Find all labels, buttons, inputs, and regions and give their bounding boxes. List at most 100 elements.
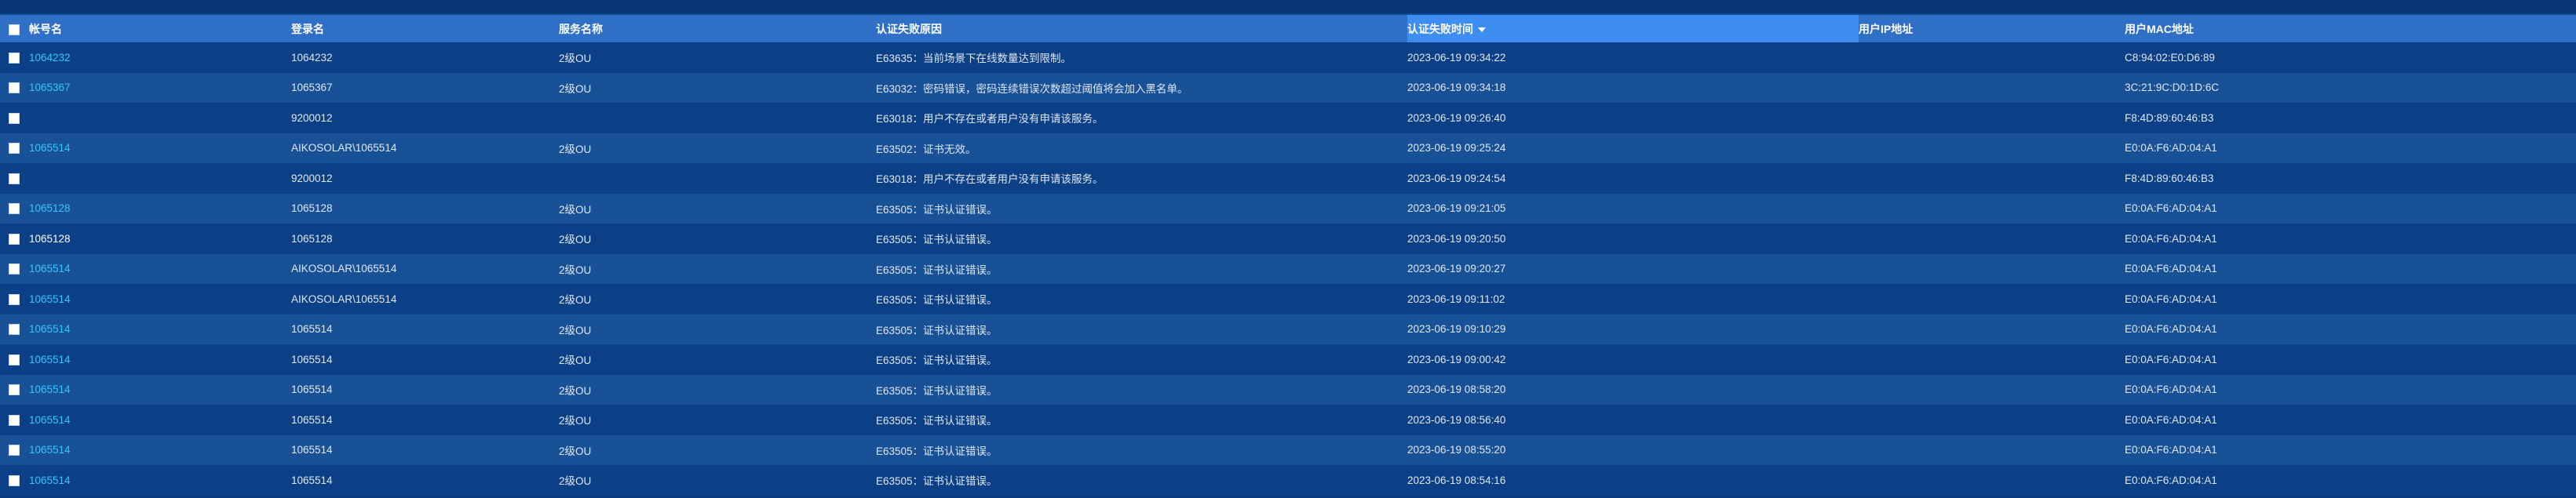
time-cell: 2023-06-19 08:54:16 [1407,474,1506,486]
table-row[interactable]: 1065514 1065514 2级OU E63505：证书认证错误。 2023-06-… [0,374,2576,405]
mac-cell: E0:0A:F6:AD:04:A1 [2125,293,2217,305]
row-select-cell [0,133,29,164]
mac-cell: E0:0A:F6:AD:04:A1 [2125,413,2217,426]
reason-cell: E63505：证书认证错误。 [876,384,998,397]
row-checkbox[interactable] [9,414,20,426]
service-cell: 2级OU [559,264,592,276]
reason-cell: E63505：证书认证错误。 [876,203,998,216]
account-cell[interactable]: 1065128 [29,224,291,254]
login-cell: 1065514 [291,353,333,365]
account-cell[interactable]: 1065514 [29,435,291,466]
header-service[interactable]: 服务名称 [559,15,876,42]
table-row[interactable]: 1065514 1065514 2级OU E63505：证书认证错误。 2023-06-… [0,434,2576,466]
row-checkbox[interactable] [9,445,20,456]
row-select-cell [0,254,29,285]
row-select-cell [0,375,29,405]
login-cell: 9200012 [291,172,333,184]
ip-cell [1859,435,2125,466]
mac-cell: C8:94:02:E0:D6:89 [2125,51,2215,64]
table-row[interactable]: 9200012 E63018：用户不存在或者用户没有申请该服务。 2023-06-1… [0,163,2576,194]
row-select-cell [0,103,29,133]
table-row[interactable]: 1065514 1065514 2级OU E63505：证书认证错误。 2023-06-… [0,314,2576,345]
header-account[interactable]: 帐号名 [29,15,291,42]
service-cell: 2级OU [559,415,592,427]
row-checkbox[interactable] [9,233,20,245]
account-cell[interactable]: 1065514 [29,314,291,345]
account-cell[interactable]: 1065514 [29,405,291,435]
ip-cell [1859,103,2125,133]
account-cell[interactable]: 1065514 [29,254,291,285]
mac-cell: E0:0A:F6:AD:04:A1 [2125,353,2217,365]
row-checkbox[interactable] [9,264,20,275]
account-cell[interactable] [29,163,291,194]
row-select-cell [0,435,29,466]
account-cell[interactable]: 1065514 [29,344,291,375]
table-row[interactable]: 1065514 1065514 2级OU E63505：证书认证错误。 2023-06-… [0,405,2576,435]
reason-cell: E63018：用户不存在或者用户没有申请该服务。 [876,173,1104,186]
account-cell[interactable]: 1065128 [29,194,291,224]
header-ip[interactable]: 用户IP地址 [1859,15,2125,42]
login-cell: 1065514 [291,323,333,336]
table-row[interactable]: 1064232 1064232 2级OU E63635：当前场景下在线数量达到限制。 2… [0,42,2576,73]
row-checkbox[interactable] [9,474,20,486]
service-cell: 2级OU [559,294,592,307]
table-row[interactable]: 1065514 AIKOSOLAR\1065514 2级OU E63505：证书认证错… [0,253,2576,285]
service-cell: 2级OU [559,234,592,246]
login-cell: 1064232 [291,51,333,64]
time-cell: 2023-06-19 09:21:05 [1407,202,1506,215]
mac-cell: E0:0A:F6:AD:04:A1 [2125,263,2217,275]
time-cell: 2023-06-19 09:26:40 [1407,111,1506,124]
account-cell[interactable]: 1064232 [29,42,291,73]
row-select-cell [0,224,29,254]
account-cell[interactable]: 1065514 [29,375,291,405]
row-checkbox[interactable] [9,324,20,336]
account-cell[interactable]: 1065514 [29,465,291,496]
time-cell: 2023-06-19 09:11:02 [1407,293,1505,305]
row-checkbox[interactable] [9,354,20,365]
header-time[interactable]: 认证失败时间 [1407,15,1859,42]
table-row[interactable]: 1065514 1065514 2级OU E63505：证书认证错误。 2023-06-… [0,465,2576,496]
table-row[interactable]: 1065367 1065367 2级OU E63032：密码错误，密码连续错误次数超过… [0,72,2576,104]
header-login[interactable]: 登录名 [291,15,559,42]
row-checkbox[interactable] [9,52,20,64]
row-select-cell [0,73,29,104]
row-checkbox[interactable] [9,203,20,215]
table-row[interactable]: 1065514 1065514 2级OU E63505：证书认证错误。 2023-06-… [0,344,2576,375]
row-checkbox[interactable] [9,293,20,305]
account-cell[interactable] [29,103,291,133]
account-cell[interactable]: 1065514 [29,284,291,314]
table-row[interactable]: 1065514 AIKOSOLAR\1065514 2级OU E63502：证书无效。… [0,133,2576,164]
reason-cell: E63505：证书认证错误。 [876,294,998,307]
table-row[interactable]: 1065514 AIKOSOLAR\1065514 2级OU E63505：证书认证错… [0,284,2576,314]
ip-cell [1859,405,2125,435]
row-select-cell [0,314,29,345]
reason-cell: E63018：用户不存在或者用户没有申请该服务。 [876,113,1104,125]
row-select-cell [0,344,29,375]
reason-cell: E63505：证书认证错误。 [876,234,998,246]
row-checkbox[interactable] [9,384,20,396]
login-cell: AIKOSOLAR\1065514 [291,293,397,305]
table-row[interactable]: 9200012 E63018：用户不存在或者用户没有申请该服务。 2023-06-1… [0,103,2576,133]
mac-cell: F8:4D:89:60:46:B3 [2125,111,2214,124]
mac-cell: E0:0A:F6:AD:04:A1 [2125,232,2217,245]
table-row[interactable]: 1065128 1065128 2级OU E63505：证书认证错误。 2023-06-… [0,224,2576,254]
row-checkbox[interactable] [9,173,20,184]
header-mac[interactable]: 用户MAC地址 [2125,15,2576,42]
login-cell: 1065367 [291,82,333,94]
row-checkbox[interactable] [9,143,20,154]
account-cell[interactable]: 1065367 [29,73,291,104]
ip-cell [1859,133,2125,164]
row-checkbox[interactable] [9,82,20,94]
row-checkbox[interactable] [9,112,20,124]
service-cell: 2级OU [559,445,592,457]
mac-cell: E0:0A:F6:AD:04:A1 [2125,474,2217,486]
header-reason[interactable]: 认证失败原因 [876,15,1407,42]
mac-cell: E0:0A:F6:AD:04:A1 [2125,202,2217,215]
table-row[interactable]: 1065128 1065128 2级OU E63505：证书认证错误。 2023-06-… [0,193,2576,224]
sort-desc-icon[interactable] [1478,27,1486,32]
select-all-checkbox[interactable] [9,24,20,35]
account-cell[interactable]: 1065514 [29,133,291,164]
mac-cell: E0:0A:F6:AD:04:A1 [2125,444,2217,456]
ip-cell [1859,194,2125,224]
reason-cell: E63505：证书认证错误。 [876,475,998,488]
